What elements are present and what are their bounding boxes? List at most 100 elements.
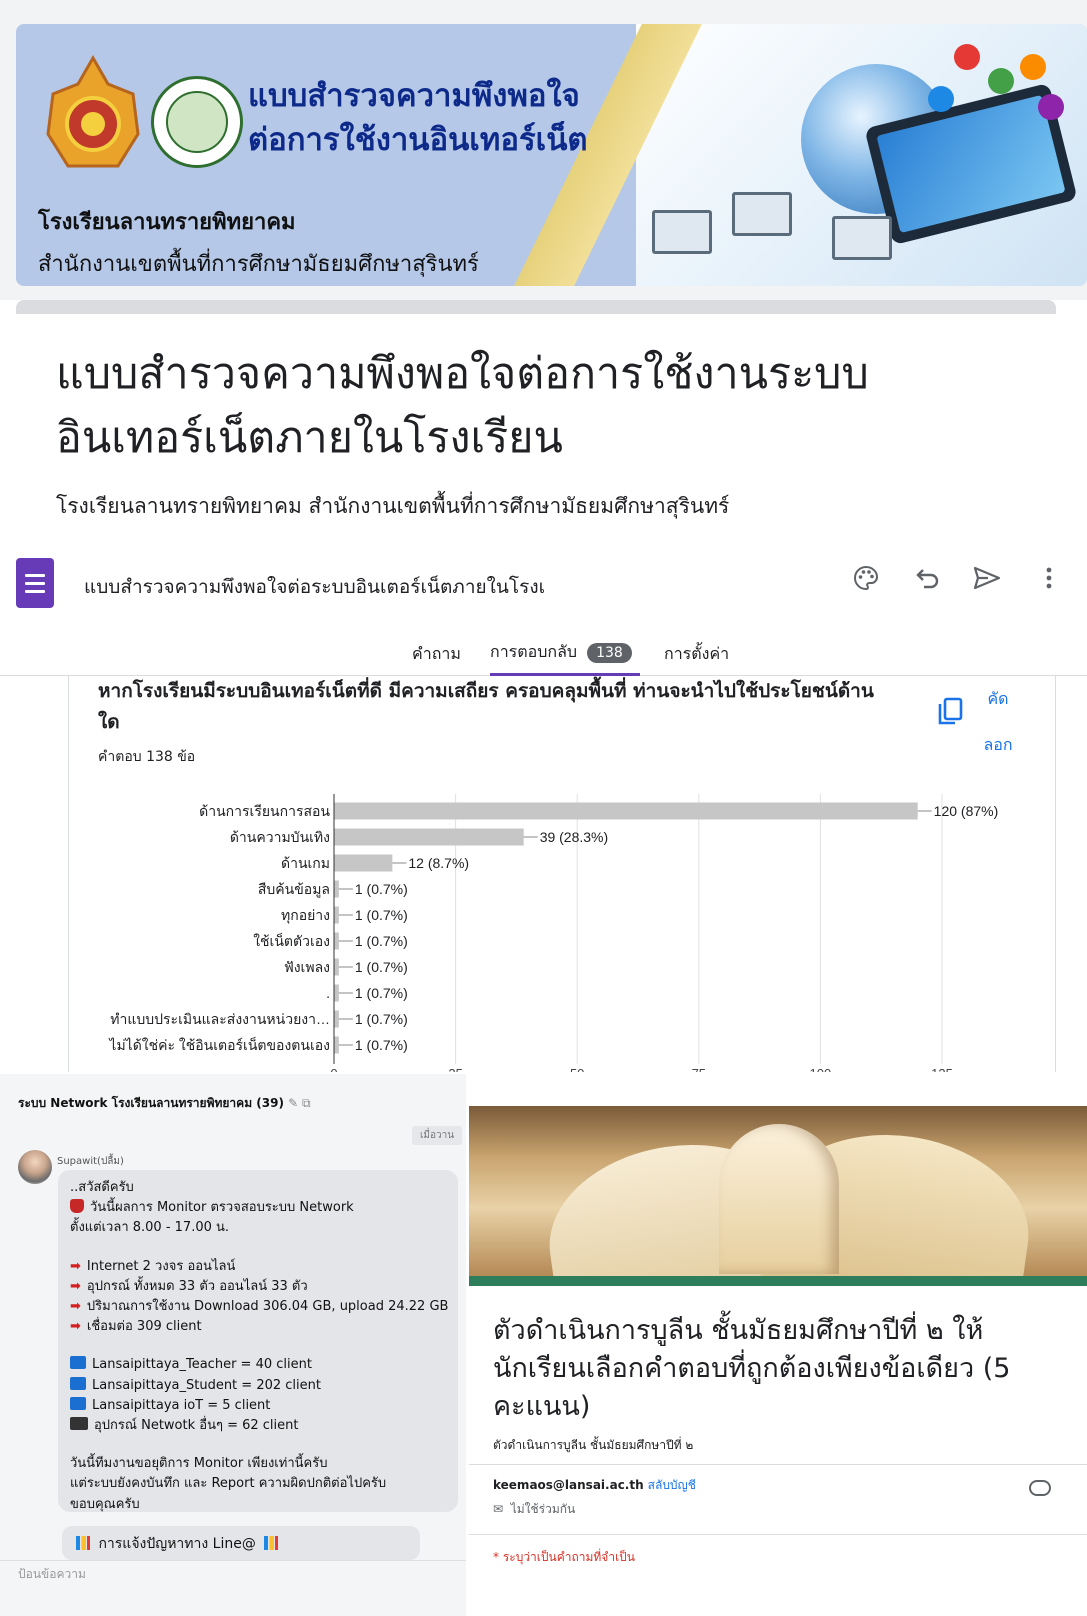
message-line: อุปกรณ์ Netwotk อื่นๆ = 62 client (70, 1416, 446, 1436)
form-header-area: แบบสำรวจความพึงพอใจ ต่อการใช้งานอินเทอร์… (0, 0, 1087, 300)
copy-icon[interactable] (936, 696, 964, 726)
screenshot-collage: แบบสำรวจความพึงพอใจ ต่อการใช้งานอินเทอร์… (0, 0, 1087, 1616)
chart-data-label: 12 (8.7%) (408, 855, 469, 871)
chart-bar (334, 828, 524, 846)
app-icon (928, 86, 954, 112)
arrow-right-icon: ➡ (70, 1319, 81, 1335)
mail-icon: ✉ (493, 1502, 504, 1516)
chart-category-label: สืบค้นข้อมูล (258, 881, 330, 898)
avatar[interactable] (18, 1150, 52, 1184)
tab-responses[interactable]: การตอบกลับ 138 (490, 640, 632, 665)
forms-tabs: คำถาม การตอบกลับ 138 การตั้งค่า (0, 630, 1087, 676)
chart-data-label: 1 (0.7%) (355, 959, 408, 975)
chart-tick-label: 100 (810, 1066, 832, 1072)
banner-title: แบบสำรวจความพึงพอใจ ต่อการใช้งานอินเทอร์… (248, 78, 588, 158)
chart-bar (334, 880, 339, 898)
chart-category-label: ใช้เน็ตตัวเอง (253, 932, 330, 949)
quiz-title-card: ตัวดำเนินการบูลีน ชั้นมัธยมศึกษาปีที่ ๒ … (469, 1276, 1087, 1616)
chart-bar (334, 854, 393, 872)
message-line: ขอบคุณครับ (70, 1496, 140, 1512)
chart-category-label: ด้านการเรียนการสอน (199, 803, 330, 819)
document-title[interactable]: แบบสำรวจความพึงพอใจต่อระบบอินเตอร์เน็ตภา… (84, 572, 545, 602)
message-line: วันนี้ผลการ Monitor ตรวจสอบระบบ Network (70, 1198, 446, 1218)
app-icon (988, 68, 1014, 94)
wifi-icon (70, 1396, 86, 1410)
palette-icon[interactable] (852, 564, 880, 592)
chart-category-label: ฟังเพลง (284, 959, 330, 975)
message-line: ➡ เชื่อมต่อ 309 client (70, 1319, 202, 1335)
message-line: ตั้งแต่เวลา 8.00 - 17.00 น. (70, 1220, 230, 1236)
message-line: แต่ระบบยังคงบันทึก และ Report ความผิดปกต… (70, 1476, 387, 1492)
chart-bar (334, 984, 339, 1002)
chart-tick-label: 0 (330, 1066, 337, 1072)
chart-data-label: 1 (0.7%) (355, 985, 408, 1001)
chart-tick-label: 25 (448, 1066, 462, 1072)
tab-questions[interactable]: คำถาม (412, 642, 461, 667)
chart-bar (334, 1036, 339, 1054)
chart-data-label: 1 (0.7%) (355, 1037, 408, 1053)
form-title-card: แบบสำรวจความพึงพอใจต่อการใช้งานระบบอินเท… (16, 300, 1056, 536)
switch-account-link[interactable]: สลับบัญชี (648, 1478, 696, 1492)
book-header-image (469, 1106, 1087, 1276)
chart-data-label: 1 (0.7%) (355, 1011, 408, 1027)
chart-tick-label: 125 (931, 1066, 953, 1072)
undo-icon[interactable] (914, 564, 942, 592)
google-forms-icon[interactable] (16, 558, 54, 608)
bell-icon (70, 1199, 84, 1214)
chart-tick-label: 50 (570, 1066, 584, 1072)
chart-data-label: 39 (28.3%) (540, 829, 608, 845)
ministry-seal-logo (46, 54, 140, 168)
tab-settings[interactable]: การตั้งค่า (664, 642, 729, 667)
quiz-description: ตัวดำเนินการบูลีน ชั้นมัธยมศึกษาปีที่ ๒ (493, 1438, 694, 1452)
arrow-right-icon: ➡ (70, 1278, 81, 1294)
required-note: * ระบุว่าเป็นคำถามที่จำเป็น (493, 1550, 636, 1564)
send-icon[interactable] (972, 564, 1002, 592)
chat-message-bubble[interactable]: การแจ้งปัญหาทาง Line@ (62, 1526, 420, 1560)
chart-category-label: . (326, 985, 330, 1001)
chart-tick-label: 75 (692, 1066, 706, 1072)
wifi-icon (70, 1356, 86, 1370)
mute-icon: ✎ ⧉ (288, 1096, 311, 1110)
chart-bar (334, 1010, 339, 1028)
account-email: keemaos@lansai.ac.th สลับบัญชี (493, 1478, 696, 1492)
chart-bar (334, 802, 918, 820)
monitor-icon (70, 1417, 88, 1431)
response-count: คำตอบ 138 ข้อ (98, 749, 196, 765)
banner-graphic (636, 24, 1087, 286)
chart-category-label: ไม่ได้ใช่ค่ะ ใช้อินเตอร์เน็ตของตนเอง (108, 1036, 330, 1053)
header-banner-image: แบบสำรวจความพึงพอใจ ต่อการใช้งานอินเทอร์… (16, 24, 1087, 286)
more-vert-icon[interactable] (1042, 564, 1056, 592)
chart-category-label: ทำแบบประเมินและส่งงานหน่วยงา… (110, 1011, 330, 1027)
chart-category-label: ทุกอย่าง (281, 907, 330, 924)
quiz-title: ตัวดำเนินการบูลีน ชั้นมัธยมศึกษาปีที่ ๒ … (493, 1315, 1011, 1422)
chart-data-label: 1 (0.7%) (355, 907, 408, 923)
chat-message-bubble[interactable]: ..สวัสดีครับ วันนี้ผลการ Monitor ตรวจสอบ… (58, 1170, 458, 1512)
chart-data-label: 120 (87%) (934, 803, 999, 819)
computer-graphic (652, 210, 712, 254)
chat-date-stamp: เมื่อวาน (412, 1126, 463, 1145)
app-icon (1020, 54, 1046, 80)
school-seal-logo (151, 76, 243, 168)
bar-chart-icon (76, 1536, 90, 1550)
message-line: Lansaipittaya_Teacher = 40 client (70, 1355, 446, 1375)
cloud-icon (1029, 1480, 1051, 1496)
chart-bar (334, 932, 339, 950)
arrow-right-icon: ➡ (70, 1258, 81, 1274)
message-line: ➡ ปริมาณการใช้งาน Download 306.04 GB, upl… (70, 1299, 449, 1315)
app-icon (954, 44, 980, 70)
message-line: ➡ อุปกรณ์ ทั้งหมด 33 ตัว ออนไลน์ 33 ตัว (70, 1278, 308, 1294)
computer-graphic (832, 216, 892, 260)
sender-name: Supawit(ปลื้ม) (57, 1156, 124, 1167)
chart-data-label: 1 (0.7%) (355, 881, 408, 897)
chat-input[interactable]: ป้อนข้อความ (0, 1560, 466, 1616)
chat-group-title[interactable]: ระบบ Network โรงเรียนลานทรายพิทยาคม (39)… (18, 1094, 311, 1113)
message-line: Lansaipittaya ioT = 5 client (70, 1396, 446, 1416)
message-line: ➡ Internet 2 วงจร ออนไลน์ (70, 1258, 236, 1274)
copy-chart-button[interactable]: คัดลอก (978, 676, 1018, 768)
chart-bar (334, 958, 339, 976)
tab-responses-label: การตอบกลับ (490, 642, 578, 661)
bar-chart-icon (264, 1536, 279, 1550)
heart-pages-graphic (719, 1124, 839, 1274)
message-line: Lansaipittaya_Student = 202 client (70, 1376, 446, 1396)
message-line: วันนี้ทีมงานขอยุติการ Monitor เพียงเท่าน… (70, 1456, 328, 1472)
